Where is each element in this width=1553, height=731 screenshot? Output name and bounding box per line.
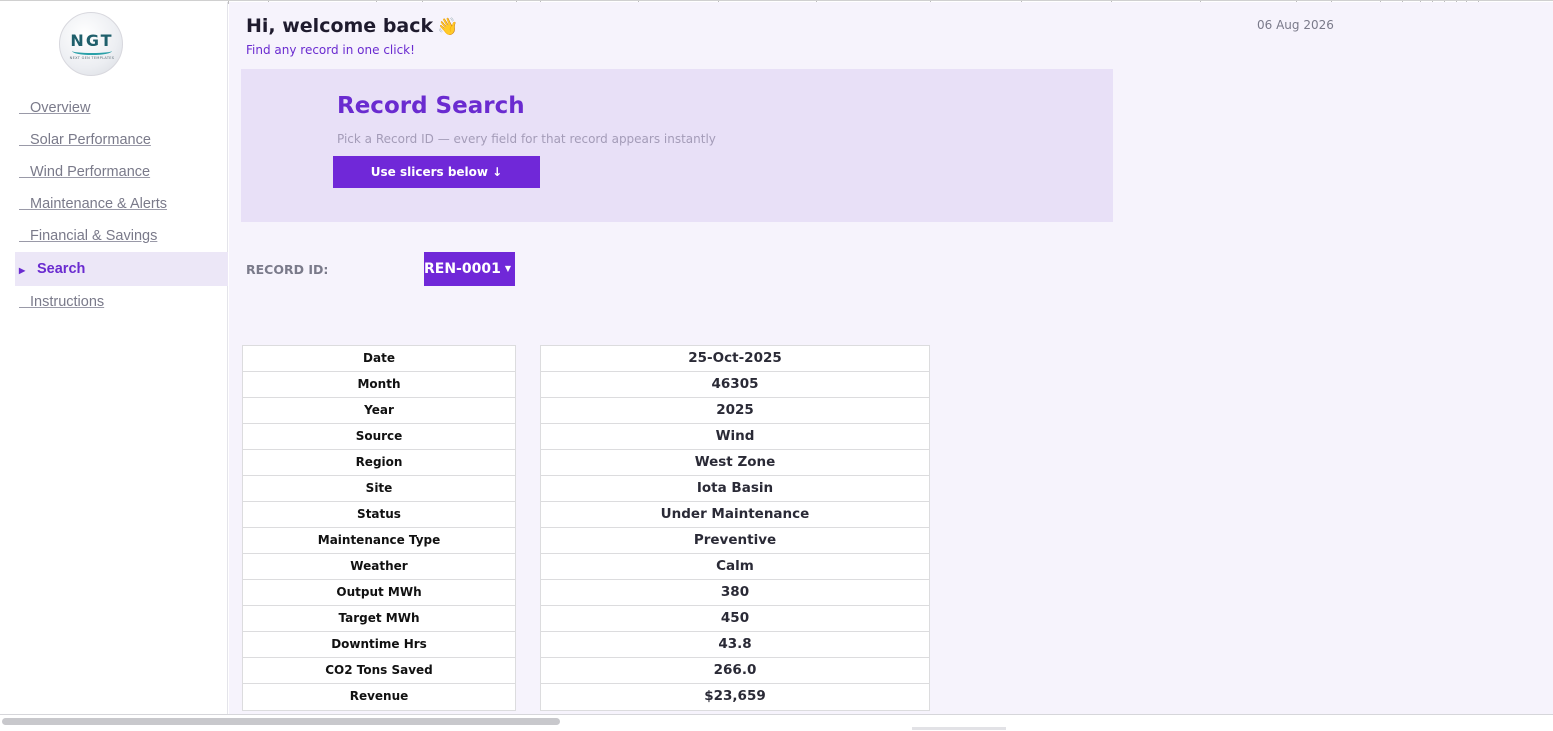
waving-hand-icon: 👋 [437,17,459,37]
sidebar-item-overview[interactable]: Overview [15,92,228,124]
field-label: Region [243,450,515,476]
sidebar-item-label: Maintenance & Alerts [30,196,168,212]
record-id-label: RECORD ID: [246,262,329,277]
field-value: 450 [541,606,929,632]
sidebar-item-financial-savings[interactable]: Financial & Savings [15,220,228,252]
triangle-right-icon: ▶ [19,266,26,275]
field-label: Source [243,424,515,450]
caret-down-icon: ▼ [504,264,511,273]
field-value: Preventive [541,528,929,554]
field-value: 380 [541,580,929,606]
sidebar-item-search[interactable]: ▶ Search [15,252,228,286]
main-content: Hi, welcome back 👋 Find any record in one… [229,2,1553,714]
sidebar-item-solar-performance[interactable]: Solar Performance [15,124,228,156]
scrollbar-track-marker [912,727,1006,730]
sidebar-item-label: Instructions [30,294,105,310]
field-value: Wind [541,424,929,450]
greeting-text: Hi, welcome back [246,15,434,37]
field-value: Iota Basin [541,476,929,502]
field-label: Maintenance Type [243,528,515,554]
field-value: 43.8 [541,632,929,658]
field-value: Under Maintenance [541,502,929,528]
record-search-card: Record Search Pick a Record ID — every f… [241,69,1113,222]
field-label: Revenue [349,689,409,703]
record-field-labels: Date Month Year Source Region Site Statu… [242,345,516,711]
field-label: Status [243,502,515,528]
page-greeting: Hi, welcome back 👋 [246,15,458,37]
field-value: 25-Oct-2025 [541,346,929,372]
field-label: Date [243,346,515,372]
field-label: Year [243,398,515,424]
card-title: Record Search [337,93,525,119]
sidebar-item-maintenance-alerts[interactable]: Maintenance & Alerts [15,188,228,220]
sidebar-item-wind-performance[interactable]: Wind Performance [15,156,228,188]
horizontal-scrollbar[interactable] [0,714,1553,731]
field-label: Target MWh [243,606,515,632]
field-value: $23,659 [704,688,766,704]
field-label: CO2 Tons Saved [243,658,515,684]
record-field-values: 25-Oct-2025 46305 2025 Wind West Zone Io… [540,345,930,711]
use-slicers-button[interactable]: Use slicers below ↓ [333,156,540,188]
field-value: 266.0 [541,658,929,684]
sidebar-item-label: Financial & Savings [30,228,158,244]
field-value: Calm [541,554,929,580]
record-id-value: REN-0001 [424,261,501,277]
current-date: 06 Aug 2026 [1257,18,1334,32]
sidebar-nav: Overview Solar Performance Wind Performa… [15,92,228,318]
sidebar-item-label: Search [37,261,86,277]
field-value: 46305 [541,372,929,398]
field-value: West Zone [541,450,929,476]
sidebar-item-label: Solar Performance [30,132,151,148]
record-id-slicer[interactable]: REN-0001 ▼ [424,252,515,286]
logo-subtext: NEXT GEN TEMPLATES [69,56,115,60]
field-label: Month [243,372,515,398]
sidebar-item-label: Overview [30,100,91,116]
field-label: Site [243,476,515,502]
sidebar-item-label: Wind Performance [30,164,151,180]
sidebar-item-instructions[interactable]: Instructions [15,286,228,318]
field-label: Output MWh [243,580,515,606]
field-label: Downtime Hrs [243,632,515,658]
logo-swoosh-icon [72,47,112,55]
page-subtitle: Find any record in one click! [246,43,415,57]
sidebar: NGT NEXT GEN TEMPLATES Overview Solar Pe… [0,2,228,714]
company-logo: NGT NEXT GEN TEMPLATES [59,12,123,76]
scrollbar-thumb[interactable] [2,718,560,725]
field-label: Weather [243,554,515,580]
card-description: Pick a Record ID — every field for that … [337,132,716,146]
field-value: 2025 [541,398,929,424]
